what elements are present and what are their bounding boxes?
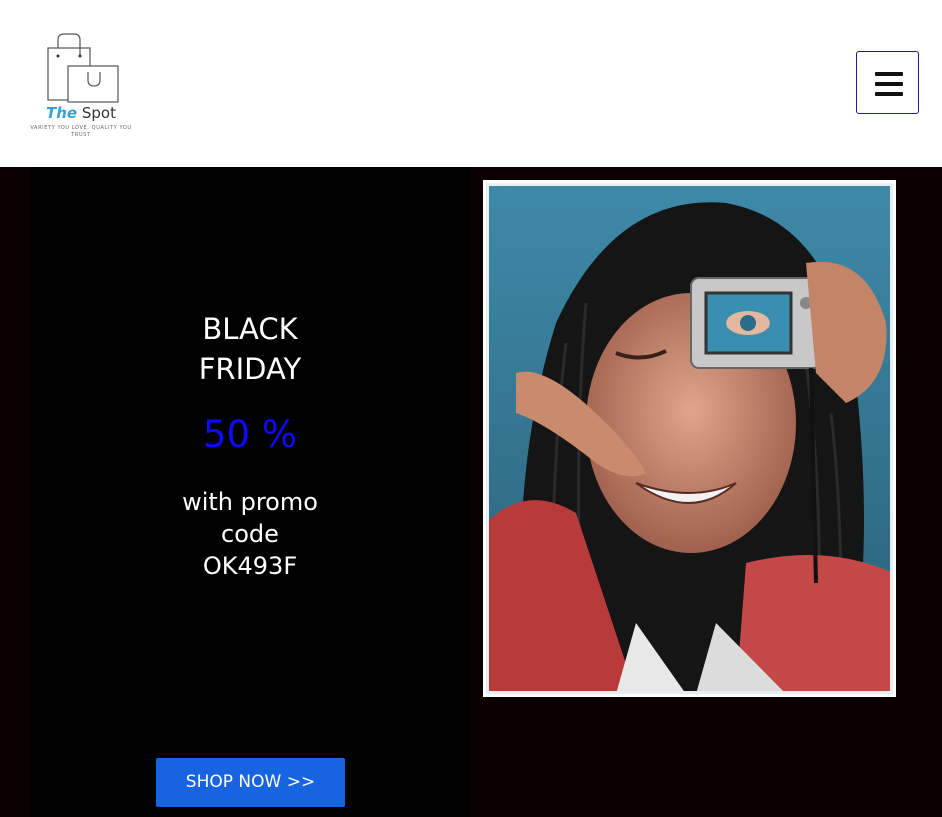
promo-photo (483, 180, 896, 697)
discount-value: 50 % (203, 413, 297, 456)
shop-now-button[interactable]: SHOP NOW >> (156, 758, 345, 807)
logo[interactable]: The Spot VARIETY YOU LOVE, QUALITY YOU T… (28, 30, 134, 142)
promo-headline: BLACK FRIDAY (198, 312, 302, 386)
menu-button[interactable] (856, 51, 919, 114)
promo-code-text: with promo code OK493F (182, 488, 318, 580)
brand-name: The Spot (46, 104, 116, 122)
site-header: The Spot VARIETY YOU LOVE, QUALITY YOU T… (0, 0, 942, 167)
shopping-bags-icon (47, 33, 119, 103)
brand-tagline: VARIETY YOU LOVE, QUALITY YOU TRUST (30, 125, 132, 138)
